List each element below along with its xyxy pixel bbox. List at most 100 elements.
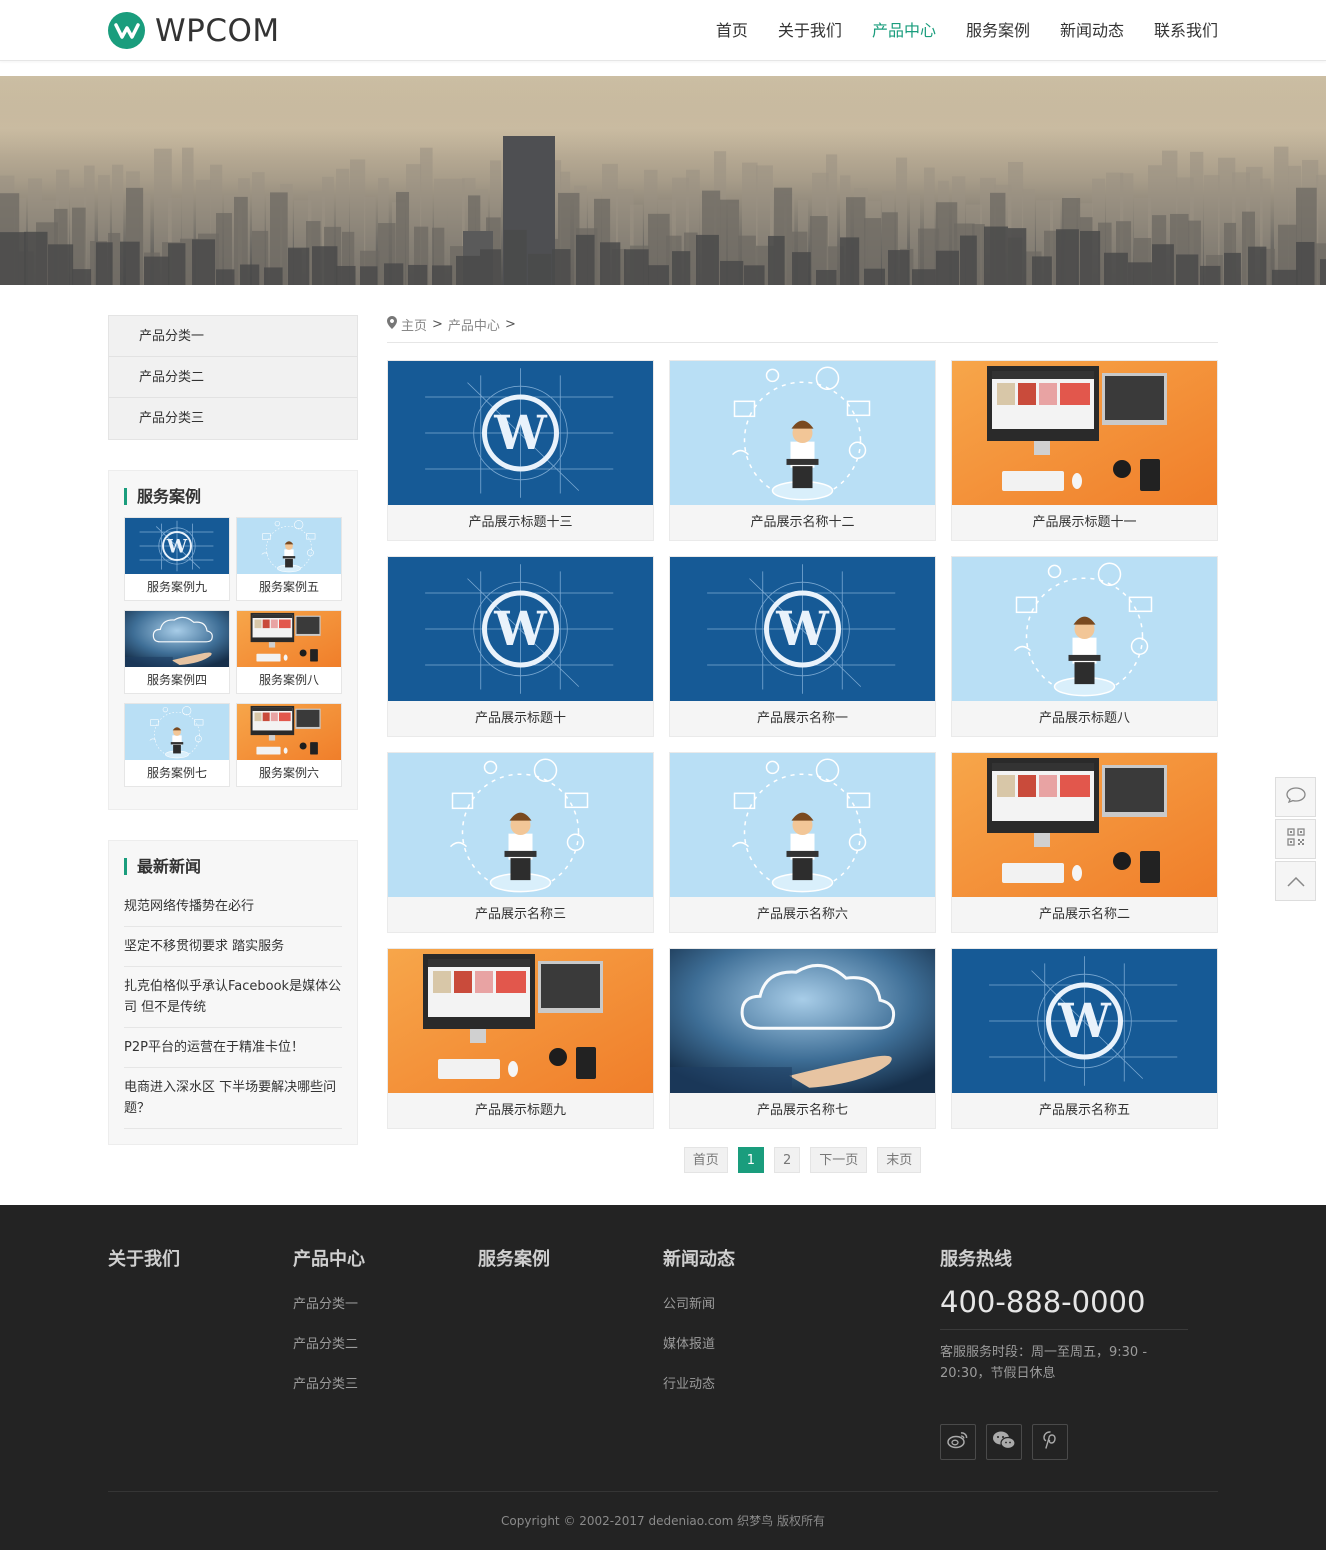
breadcrumb-separator: > [504, 317, 516, 332]
sidebar: 产品分类一 产品分类二 产品分类三 服务案例 W 服务案例九 服务案例五 服务案… [108, 315, 358, 1173]
qrcode-button[interactable] [1275, 819, 1316, 859]
product-card[interactable]: W 产品展示标题十三 [387, 360, 654, 541]
product-image: W [952, 949, 1217, 1093]
pagination-first[interactable]: 首页 [683, 1147, 728, 1173]
wechat-button[interactable] [986, 1424, 1022, 1460]
product-card[interactable]: 产品展示标题八 [951, 556, 1218, 737]
case-item[interactable]: 服务案例五 [236, 517, 342, 601]
footer-news-col: 新闻动态 公司新闻媒体报道行业动态 [663, 1245, 735, 1413]
case-label: 服务案例八 [258, 673, 319, 687]
svg-text:W: W [1057, 994, 1112, 1049]
product-card[interactable]: 产品展示名称二 [951, 752, 1218, 933]
footer-product-link[interactable]: 产品分类二 [293, 1333, 365, 1352]
pagination-page-1[interactable]: 1 [737, 1147, 764, 1173]
news-item[interactable]: 坚定不移贯彻要求 踏实服务 [124, 927, 342, 967]
chat-icon [1285, 787, 1306, 807]
product-content: 主页 > 产品中心 > W 产品展示标题十三 产品展示名称十二 产品展示标题十一… [387, 315, 1218, 1173]
product-title: 产品展示名称十二 [750, 515, 855, 530]
case-label: 服务案例六 [258, 766, 319, 780]
product-image [670, 753, 935, 897]
arrow-up-icon [1286, 872, 1305, 891]
pagination-page-2[interactable]: 2 [773, 1147, 801, 1173]
category-item-3[interactable]: 产品分类三 [109, 398, 357, 439]
case-item[interactable]: 服务案例八 [236, 610, 342, 694]
breadcrumb-home[interactable]: 主页 [401, 315, 427, 334]
product-image [952, 753, 1217, 897]
back-to-top-button[interactable] [1275, 861, 1316, 901]
product-card[interactable]: W 产品展示名称五 [951, 948, 1218, 1129]
location-pin-icon [387, 316, 397, 333]
case-thumbnail [237, 611, 341, 667]
footer-about-col: 关于我们 [108, 1245, 180, 1293]
product-card[interactable]: 产品展示名称六 [669, 752, 936, 933]
product-title: 产品展示名称五 [1038, 1103, 1130, 1118]
footer-news-link[interactable]: 公司新闻 [663, 1293, 735, 1312]
footer-products-col: 产品中心 产品分类一产品分类二产品分类三 [293, 1245, 365, 1413]
svg-text:W: W [493, 406, 548, 461]
case-item[interactable]: 服务案例四 [124, 610, 230, 694]
cases-widget: 服务案例 W 服务案例九 服务案例五 服务案例四 服务案例八 服务案例七 服务案… [108, 470, 358, 810]
news-item[interactable]: P2P平台的运营在于精准卡位！ [124, 1028, 342, 1068]
case-item[interactable]: 服务案例六 [236, 703, 342, 787]
product-title: 产品展示名称六 [756, 907, 848, 922]
footer-product-link[interactable]: 产品分类一 [293, 1293, 365, 1312]
footer-cases-title[interactable]: 服务案例 [478, 1245, 550, 1271]
svg-text:W: W [493, 602, 548, 657]
main-nav: 首页 关于我们 产品中心 服务案例 新闻动态 联系我们 [701, 0, 1218, 61]
pinterest-button[interactable] [1032, 1424, 1068, 1460]
product-card[interactable]: 产品展示标题九 [387, 948, 654, 1129]
product-card[interactable]: W 产品展示名称一 [669, 556, 936, 737]
category-item-2[interactable]: 产品分类二 [109, 357, 357, 398]
chat-button[interactable] [1275, 777, 1316, 817]
case-thumbnail [237, 704, 341, 760]
product-card[interactable]: 产品展示名称三 [387, 752, 654, 933]
pagination-next[interactable]: 下一页 [810, 1147, 868, 1173]
case-thumbnail [125, 704, 229, 760]
footer-cases-col: 服务案例 [478, 1245, 550, 1293]
logo-text: WPCOM [155, 12, 280, 49]
product-grid: W 产品展示标题十三 产品展示名称十二 产品展示标题十一 W 产品展示标题十 W… [387, 360, 1218, 1144]
product-title: 产品展示标题九 [474, 1103, 566, 1118]
footer-news-title[interactable]: 新闻动态 [663, 1245, 735, 1271]
case-item[interactable]: 服务案例七 [124, 703, 230, 787]
product-card[interactable]: W 产品展示标题十 [387, 556, 654, 737]
nav-item-4[interactable]: 服务案例 [951, 0, 1045, 61]
breadcrumb-current[interactable]: 产品中心 [448, 315, 500, 334]
hotline-number: 400-888-0000 [940, 1285, 1188, 1330]
news-widget: 最新新闻 规范网络传播势在必行 坚定不移贯彻要求 踏实服务 扎克伯格似乎承认Face… [108, 840, 358, 1145]
hotline-hours: 客服服务时段：周一至周五，9:30 - 20:30，节假日休息 [940, 1345, 1148, 1381]
float-toolbar [1275, 777, 1316, 903]
product-title: 产品展示标题八 [1038, 711, 1130, 726]
product-card[interactable]: 产品展示名称十二 [669, 360, 936, 541]
footer-hotline-title: 服务热线 [940, 1249, 1012, 1270]
case-item[interactable]: W 服务案例九 [124, 517, 230, 601]
news-item[interactable]: 规范网络传播势在必行 [124, 893, 342, 927]
product-image: W [388, 557, 653, 701]
nav-item-1[interactable]: 首页 [701, 0, 763, 61]
breadcrumb-separator: > [432, 317, 443, 332]
nav-item-3[interactable]: 产品中心 [857, 0, 951, 61]
footer-news-link[interactable]: 媒体报道 [663, 1333, 735, 1352]
case-label: 服务案例九 [146, 580, 207, 594]
nav-item-6[interactable]: 联系我们 [1139, 0, 1218, 61]
pagination-last[interactable]: 末页 [877, 1147, 922, 1173]
weibo-button[interactable] [940, 1424, 976, 1460]
logo[interactable]: WPCOM [108, 12, 280, 49]
category-item-1[interactable]: 产品分类一 [109, 316, 357, 357]
product-card[interactable]: 产品展示名称七 [669, 948, 936, 1129]
footer-product-link[interactable]: 产品分类三 [293, 1373, 365, 1392]
nav-item-5[interactable]: 新闻动态 [1045, 0, 1139, 61]
qrcode-icon [1286, 828, 1305, 850]
product-card[interactable]: 产品展示标题十一 [951, 360, 1218, 541]
site-footer: 关于我们 产品中心 产品分类一产品分类二产品分类三 服务案例 新闻动态 公司新闻… [0, 1205, 1326, 1550]
nav-item-2[interactable]: 关于我们 [763, 0, 857, 61]
banner-image [0, 76, 1326, 285]
product-image [670, 949, 935, 1093]
news-item[interactable]: 电商进入深水区 下半场要解决哪些问题？ [124, 1068, 342, 1129]
footer-products-title[interactable]: 产品中心 [293, 1245, 365, 1271]
news-item[interactable]: 扎克伯格似乎承认Facebook是媒体公司 但不是传统 [124, 967, 342, 1028]
footer-news-link[interactable]: 行业动态 [663, 1373, 735, 1392]
case-label: 服务案例四 [146, 673, 207, 687]
footer-about-title[interactable]: 关于我们 [108, 1245, 180, 1271]
product-image: W [670, 557, 935, 701]
